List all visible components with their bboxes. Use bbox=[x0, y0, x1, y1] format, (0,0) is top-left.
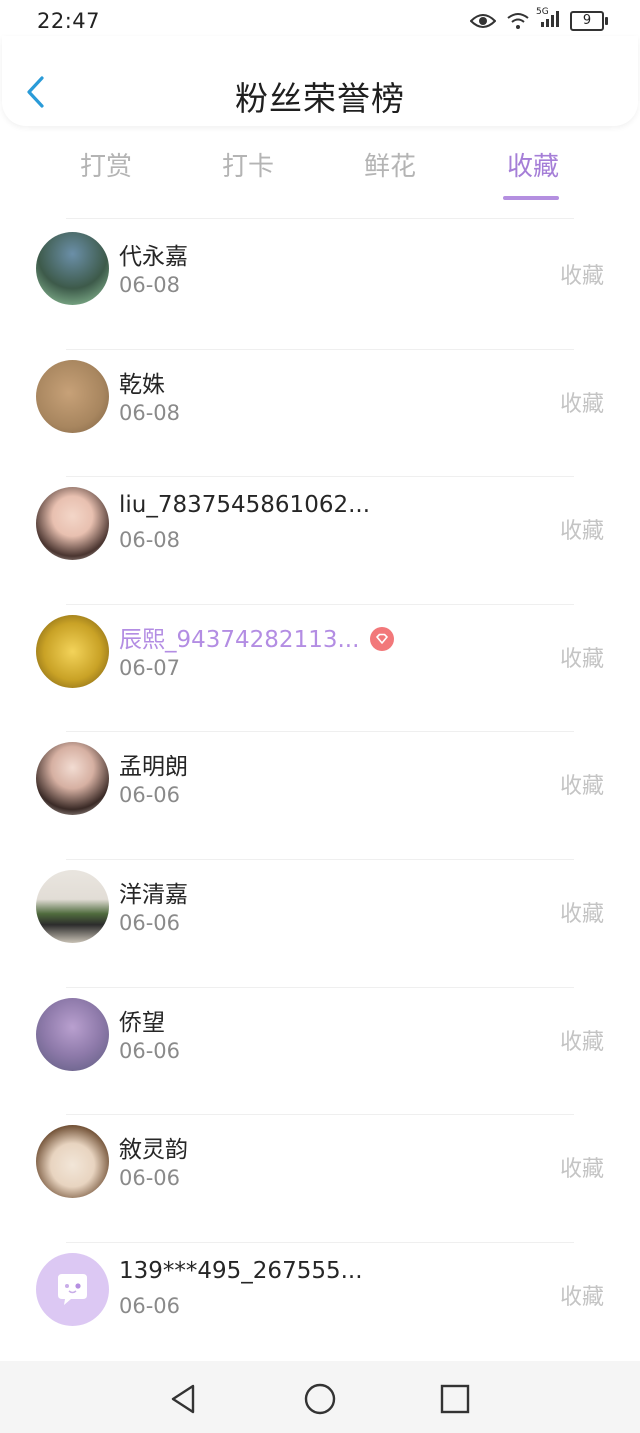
action-tag: 收藏 bbox=[559, 1157, 604, 1183]
avatar bbox=[36, 997, 109, 1071]
list-item[interactable]: 侨望 06-06 收藏 bbox=[0, 988, 640, 1116]
list-item[interactable]: 139***495_267555... 06-06 收藏 bbox=[0, 1243, 640, 1371]
battery-level: 9 bbox=[582, 13, 592, 28]
fan-name: liu_7837545861062... bbox=[119, 492, 371, 519]
avatar bbox=[36, 359, 109, 433]
fan-date: 06-06 bbox=[119, 1293, 181, 1318]
status-time: 22:47 bbox=[37, 9, 101, 33]
tab-favorites-label: 收藏 bbox=[506, 152, 559, 182]
fan-date: 06-06 bbox=[119, 783, 181, 808]
avatar bbox=[36, 1125, 109, 1199]
page-title: 粉丝荣誉榜 bbox=[235, 79, 405, 118]
list-item[interactable]: 洋清嘉 06-06 收藏 bbox=[0, 860, 640, 988]
vip-diamond-icon bbox=[370, 626, 394, 651]
fan-name: 代永嘉 bbox=[119, 244, 188, 270]
avatar bbox=[36, 742, 109, 816]
fan-date: 06-07 bbox=[119, 655, 181, 680]
fan-date: 06-08 bbox=[119, 273, 181, 297]
fan-name: 孟明朗 bbox=[119, 754, 188, 781]
fan-date: 06-08 bbox=[119, 400, 181, 425]
tab-divider bbox=[66, 218, 574, 219]
fan-name: 139***495_267555... bbox=[119, 1257, 363, 1284]
tab-favorites[interactable]: 收藏 bbox=[493, 146, 573, 200]
action-tag: 收藏 bbox=[559, 901, 604, 927]
recents-square-icon bbox=[440, 1384, 470, 1414]
nav-back-button[interactable] bbox=[165, 1381, 201, 1417]
list-item[interactable]: 代永嘉 06-08 收藏 bbox=[0, 222, 640, 350]
tab-reward[interactable]: 打赏 bbox=[66, 146, 146, 183]
fan-name: 乾姝 bbox=[119, 371, 165, 398]
fan-name: 辰熙_94374282113... bbox=[119, 626, 360, 653]
list-item[interactable]: 辰熙_94374282113... 06-07 收藏 bbox=[0, 605, 640, 733]
avatar bbox=[36, 869, 109, 943]
action-tag: 收藏 bbox=[559, 391, 604, 417]
status-icons: 5G 9 bbox=[470, 7, 608, 34]
list-item[interactable]: 乾姝 06-08 收藏 bbox=[0, 350, 640, 478]
active-tab-indicator bbox=[503, 196, 559, 200]
eye-icon bbox=[470, 14, 496, 28]
tab-bar: 打赏 打卡 鲜花 收藏 bbox=[36, 140, 604, 202]
action-tag: 收藏 bbox=[559, 774, 604, 800]
list-item[interactable]: 孟明朗 06-06 收藏 bbox=[0, 732, 640, 860]
back-triangle-icon bbox=[171, 1384, 195, 1414]
signal-icon: 5G bbox=[536, 7, 560, 32]
avatar bbox=[36, 232, 109, 305]
chat-bubble-icon bbox=[58, 1273, 87, 1305]
system-nav-bar bbox=[0, 1361, 640, 1433]
action-tag: 收藏 bbox=[559, 264, 604, 289]
avatar bbox=[36, 1252, 109, 1326]
avatar bbox=[36, 614, 109, 688]
fan-date: 06-06 bbox=[119, 910, 181, 935]
fan-name: 侨望 bbox=[119, 1009, 165, 1036]
action-tag: 收藏 bbox=[559, 1284, 604, 1310]
avatar bbox=[36, 487, 109, 561]
fan-date: 06-06 bbox=[119, 1166, 181, 1191]
tab-flowers[interactable]: 鲜花 bbox=[350, 146, 430, 183]
nav-recents-button[interactable] bbox=[437, 1381, 473, 1417]
fan-date: 06-08 bbox=[119, 528, 181, 553]
home-circle-icon bbox=[304, 1383, 336, 1415]
action-tag: 收藏 bbox=[559, 1029, 604, 1055]
action-tag: 收藏 bbox=[559, 519, 604, 545]
nav-home-button[interactable] bbox=[302, 1381, 338, 1417]
battery-icon: 9 bbox=[570, 11, 608, 31]
fan-list: 代永嘉 06-08 收藏 乾姝 06-08 收藏 liu_78375458610… bbox=[0, 222, 640, 1370]
tab-checkin[interactable]: 打卡 bbox=[208, 146, 288, 183]
app-header: 粉丝荣誉榜 bbox=[2, 36, 638, 126]
list-item[interactable]: liu_7837545861062... 06-08 收藏 bbox=[0, 477, 640, 605]
fan-date: 06-06 bbox=[119, 1038, 181, 1063]
fan-name: 洋清嘉 bbox=[119, 881, 188, 908]
network-label: 5G bbox=[536, 7, 549, 17]
wifi-icon bbox=[507, 13, 529, 29]
list-item[interactable]: 敘灵韵 06-06 收藏 bbox=[0, 1115, 640, 1243]
action-tag: 收藏 bbox=[559, 646, 604, 672]
fan-name: 敘灵韵 bbox=[119, 1137, 188, 1164]
